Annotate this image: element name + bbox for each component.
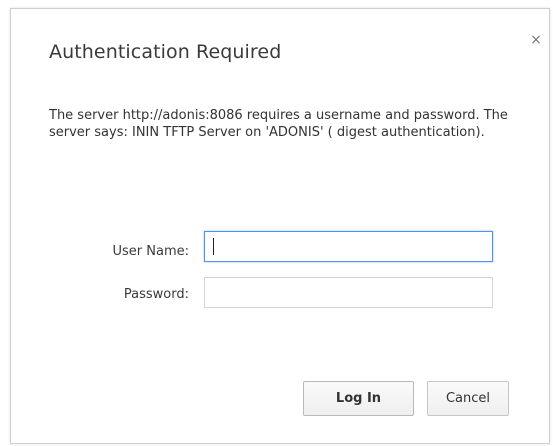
password-label: Password:	[123, 287, 189, 302]
username-input[interactable]	[204, 231, 493, 262]
dialog-message: The server http://adonis:8086 requires a…	[49, 108, 508, 140]
password-input[interactable]	[204, 277, 493, 308]
cancel-button[interactable]: Cancel	[427, 381, 509, 416]
authentication-dialog: Authentication Required × The server htt…	[10, 8, 550, 444]
username-label: User Name:	[112, 244, 190, 259]
dialog-title: Authentication Required	[49, 41, 282, 63]
log-in-button[interactable]: Log In	[303, 381, 414, 416]
text-caret	[213, 238, 214, 255]
close-icon[interactable]: ×	[529, 33, 543, 47]
